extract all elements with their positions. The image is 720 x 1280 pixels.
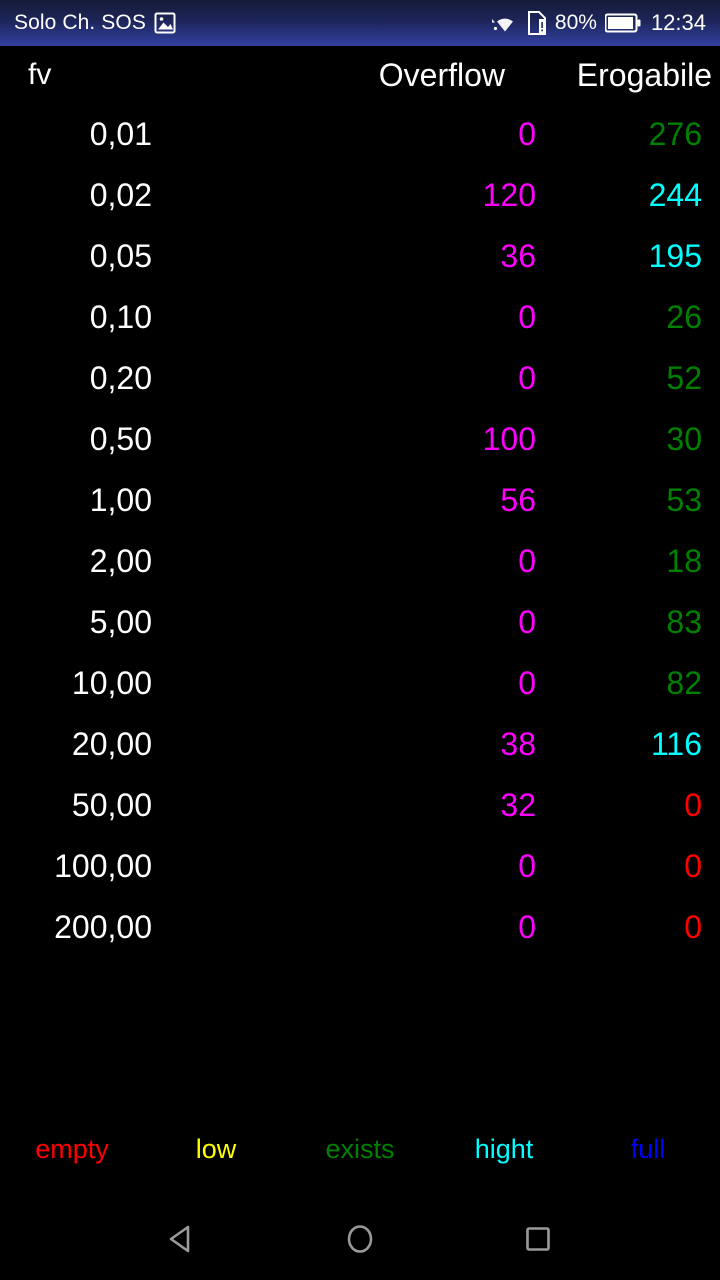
table-row[interactable]: 0,20 0 52 xyxy=(0,348,720,409)
table-row[interactable]: 50,00 32 0 xyxy=(0,775,720,836)
carrier-label: Solo Ch. SOS xyxy=(14,11,146,34)
table-row[interactable]: 200,00 0 0 xyxy=(0,897,720,958)
recents-button[interactable] xyxy=(508,1209,568,1269)
image-icon xyxy=(154,12,176,34)
column-header-fv: fv xyxy=(28,58,52,91)
table-row[interactable]: 0,10 0 26 xyxy=(0,287,720,348)
cell-erogabile: 0 xyxy=(684,787,702,823)
back-triangle-icon xyxy=(165,1222,199,1256)
cell-erogabile: 30 xyxy=(666,421,702,457)
cell-erogabile: 276 xyxy=(648,116,702,152)
cell-erogabile: 52 xyxy=(666,360,702,396)
android-navigation-bar xyxy=(0,1198,720,1280)
cell-erogabile: 195 xyxy=(648,238,702,274)
column-header-erogabile: Erogabile xyxy=(576,56,712,93)
fv-table: fv Overflow Erogabile 0,01 0 276 0,02 120 244… xyxy=(0,46,720,958)
table-row[interactable]: 0,50 100 30 xyxy=(0,409,720,470)
column-header-overflow: Overflow xyxy=(378,56,505,93)
recents-square-icon xyxy=(521,1222,555,1256)
cell-erogabile: 82 xyxy=(666,665,702,701)
home-circle-icon xyxy=(343,1222,377,1256)
status-bar-right: 80% 12:34 xyxy=(491,10,706,36)
table-body: 0,01 0 276 0,02 120 244 0,05 36 195 0,10 0 26 0,20 0 5… xyxy=(0,104,720,958)
cell-erogabile: 0 xyxy=(684,848,702,884)
legend-item-empty: empty xyxy=(35,1133,109,1164)
legend-item-full: full xyxy=(630,1133,666,1164)
legend: empty low exists hight full xyxy=(0,1120,720,1178)
legend-item-hight: hight xyxy=(474,1133,534,1164)
table-header-row: fv Overflow Erogabile xyxy=(0,46,720,104)
clock-label: 12:34 xyxy=(650,10,706,35)
cell-erogabile: 0 xyxy=(684,909,702,945)
back-button[interactable] xyxy=(152,1209,212,1269)
cell-erogabile: 53 xyxy=(666,482,702,518)
table-row[interactable]: 20,00 38 116 xyxy=(0,714,720,775)
battery-icon xyxy=(604,13,641,33)
cell-erogabile: 116 xyxy=(650,726,702,762)
sim-card-alert-icon xyxy=(527,11,547,35)
table-row[interactable]: 0,02 120 244 xyxy=(0,165,720,226)
cell-erogabile: 18 xyxy=(666,543,702,579)
cell-erogabile: 26 xyxy=(666,299,702,335)
table-row[interactable]: 5,00 0 83 xyxy=(0,592,720,653)
table-row[interactable]: 0,05 36 195 xyxy=(0,226,720,287)
app-screen: Solo Ch. SOS 80% 12:34 fv Overflow Eroga… xyxy=(0,0,720,1280)
table-row[interactable]: 100,00 0 0 xyxy=(0,836,720,897)
legend-item-low: low xyxy=(195,1133,237,1164)
battery-percent-label: 80% xyxy=(554,11,597,34)
table-row[interactable]: 1,00 56 53 xyxy=(0,470,720,531)
status-bar: Solo Ch. SOS 80% 12:34 xyxy=(0,0,720,46)
wifi-icon xyxy=(491,12,519,34)
cell-erogabile: 244 xyxy=(648,177,702,213)
table-row[interactable]: 0,01 0 276 xyxy=(0,104,720,165)
status-bar-left: Solo Ch. SOS xyxy=(14,11,176,35)
home-button[interactable] xyxy=(330,1209,390,1269)
table-row[interactable]: 10,00 0 82 xyxy=(0,653,720,714)
table-row[interactable]: 2,00 0 18 xyxy=(0,531,720,592)
legend-item-exists: exists xyxy=(325,1133,395,1164)
cell-erogabile: 83 xyxy=(666,604,702,640)
